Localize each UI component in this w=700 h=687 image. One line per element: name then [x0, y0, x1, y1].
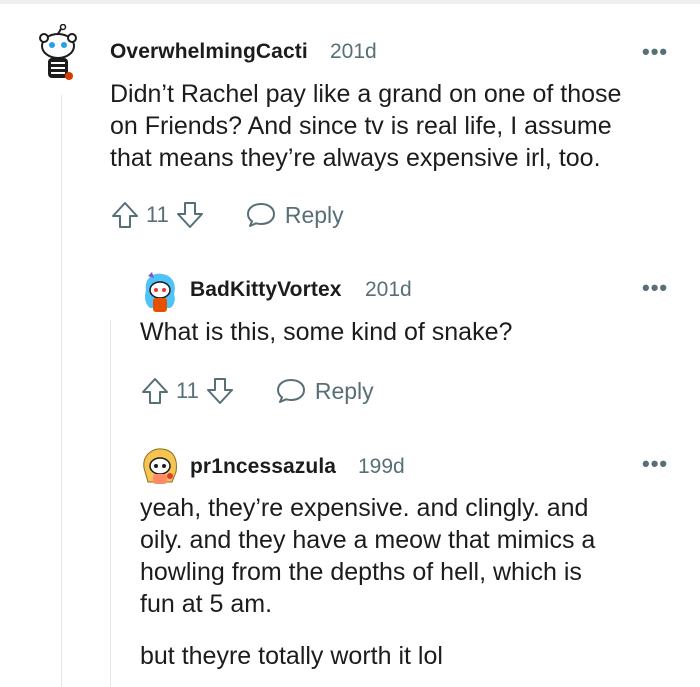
vote-group: 11 [140, 376, 235, 406]
more-options-icon[interactable]: ••• [642, 453, 668, 475]
user-avatar[interactable] [30, 24, 86, 84]
username[interactable]: pr1ncessazula [190, 455, 336, 479]
comment-bubble-icon [246, 203, 275, 227]
comment-actions: 11 Reply [140, 376, 374, 406]
comment-body: What is this, some kind of snake? [140, 316, 680, 348]
comment-line: oily. and they have a meow that mimics a [140, 526, 596, 554]
upvote-icon[interactable] [110, 200, 140, 230]
username[interactable]: OverwhelmingCacti [110, 40, 308, 64]
reply-button[interactable]: Reply [275, 377, 374, 405]
downvote-icon[interactable] [205, 376, 235, 406]
top-divider [0, 0, 700, 4]
comment-body-paragraph: but theyre totally worth it lol [140, 640, 690, 672]
comment-age[interactable]: 201d [330, 40, 377, 64]
comment-body: Didn’t Rachel pay like a grand on one of… [110, 78, 690, 174]
comment-age[interactable]: 201d [365, 278, 412, 302]
comment-line: howling from the depths of hell, which i… [140, 558, 582, 586]
comment-line: fun at 5 am. [140, 590, 273, 618]
username[interactable]: BadKittyVortex [190, 278, 342, 302]
user-avatar[interactable] [140, 446, 180, 486]
vote-count: 11 [146, 202, 169, 227]
reply-button[interactable]: Reply [245, 201, 344, 229]
upvote-icon[interactable] [140, 376, 170, 406]
snoo-blonde-avatar-icon [143, 448, 177, 484]
comment-body: yeah, they’re expensive. and clingly. an… [140, 492, 690, 620]
vote-group: 11 [110, 200, 205, 230]
downvote-icon[interactable] [175, 200, 205, 230]
user-avatar[interactable] [140, 270, 180, 314]
comment-actions: 11 Reply [110, 200, 344, 230]
thread-line[interactable] [61, 95, 62, 687]
more-options-icon[interactable]: ••• [642, 41, 668, 63]
snoo-blue-hair-avatar-icon [145, 272, 175, 312]
comment-line: but theyre totally worth it lol [140, 642, 443, 670]
comment-bubble-icon [276, 379, 305, 403]
reply-label: Reply [314, 377, 374, 404]
reply-label: Reply [284, 201, 344, 228]
comment-line: yeah, they’re expensive. and clingly. an… [140, 494, 589, 522]
snoo-skeleton-avatar-icon [39, 24, 77, 80]
thread-line[interactable] [110, 320, 111, 687]
comment-line: What is this, some kind of snake? [140, 318, 513, 346]
more-options-icon[interactable]: ••• [642, 277, 668, 299]
comment-line: Didn’t Rachel pay like a grand on one of… [110, 80, 622, 108]
comment-age[interactable]: 199d [358, 455, 405, 479]
comment-line: on Friends? And since tv is real life, I… [110, 112, 612, 140]
vote-count: 11 [176, 378, 199, 403]
comment-line: that means they’re always expensive irl,… [110, 144, 601, 172]
